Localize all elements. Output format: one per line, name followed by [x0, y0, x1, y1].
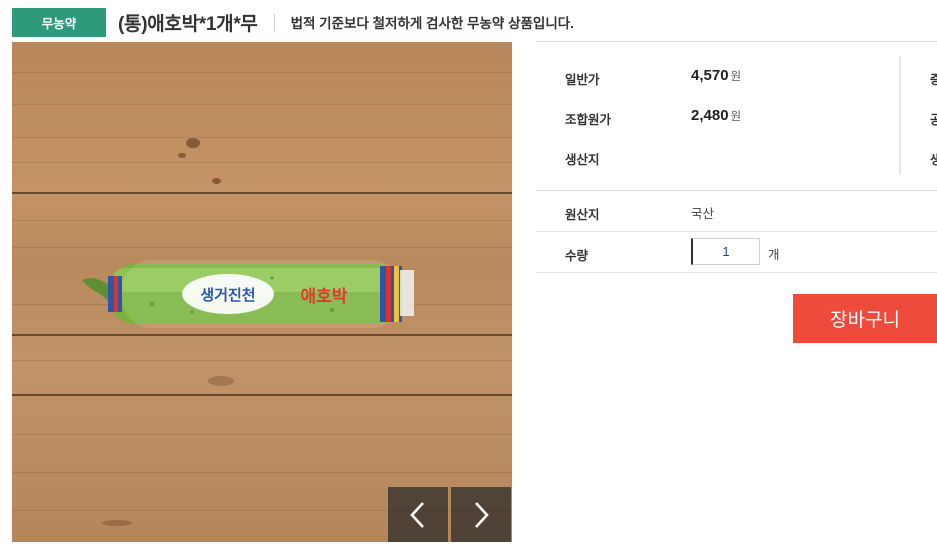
member-price-label: 조합원가 — [565, 113, 612, 127]
product-image: 생거진천 애호박 — [12, 42, 512, 542]
pricing-divider — [899, 56, 901, 175]
origin-bottom-divider — [536, 231, 937, 232]
regular-price-value: 4,570 — [691, 67, 729, 84]
gallery-prev-button[interactable] — [388, 487, 448, 542]
quantity-input[interactable] — [691, 238, 760, 265]
chevron-left-icon — [410, 501, 424, 528]
package-brand-text: 애호박 — [301, 287, 348, 307]
pesticide-free-badge: 무농약 — [12, 7, 106, 37]
product-title: (통)애호박*1개*무 — [118, 13, 258, 35]
gallery-next-button[interactable] — [451, 487, 511, 542]
origin-label: 원산지 — [565, 208, 600, 222]
quantity-label: 수량 — [565, 249, 589, 263]
cut-off-label-1: 증 — [930, 73, 937, 87]
pricing-bottom-divider — [536, 190, 937, 191]
regular-price: 4,570 원 — [691, 67, 741, 84]
member-price-currency: 원 — [730, 111, 742, 123]
package-label-text: 생거진천 — [200, 286, 255, 304]
cut-off-label-3: 생 — [930, 153, 937, 167]
product-subtitle: 법적 기준보다 철저하게 검사한 무농약 상품입니다. — [290, 16, 574, 31]
zucchini-illustration: 생거진천 애호박 — [82, 260, 414, 328]
quantity-unit: 개 — [768, 248, 780, 262]
title-divider — [273, 13, 275, 31]
member-price: 2,480 원 — [691, 107, 741, 124]
product-header: 무농약 (통)애호박*1개*무 법적 기준보다 철저하게 검사한 무농약 상품입… — [12, 7, 574, 37]
member-price-value: 2,480 — [691, 107, 729, 124]
regular-price-currency: 원 — [730, 71, 742, 83]
producer-label: 생산지 — [565, 153, 600, 167]
origin-value: 국산 — [691, 207, 715, 221]
chevron-right-icon — [475, 501, 489, 528]
quantity-bottom-divider — [536, 272, 937, 273]
cut-off-label-2: 공 — [930, 113, 937, 127]
add-to-cart-button[interactable]: 장바구니 — [793, 294, 937, 343]
info-top-divider — [536, 41, 937, 42]
regular-price-label: 일반가 — [565, 73, 600, 87]
